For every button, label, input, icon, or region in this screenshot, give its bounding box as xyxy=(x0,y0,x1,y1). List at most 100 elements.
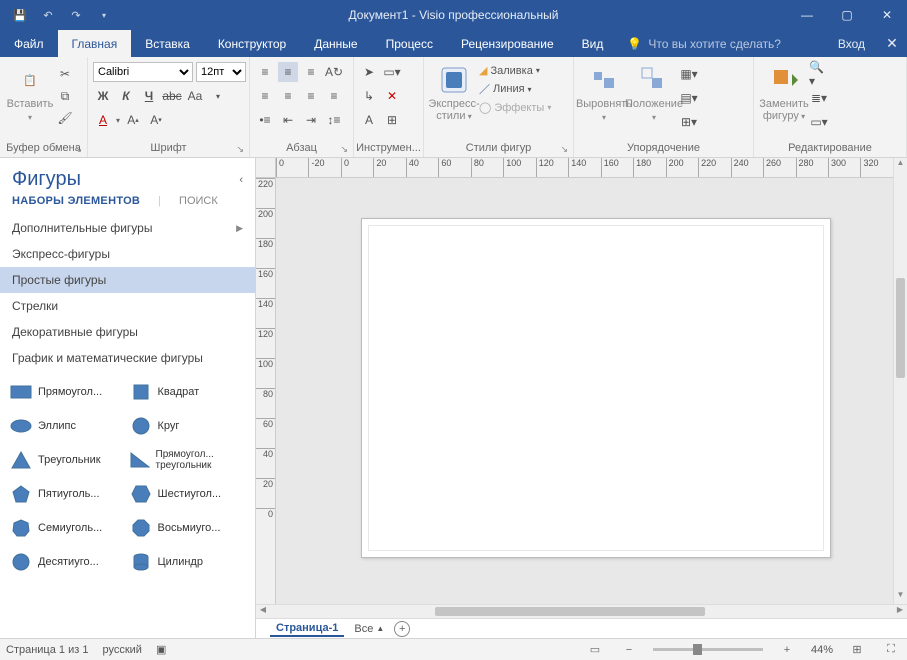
shape-decagon[interactable]: Десятиуго... xyxy=(10,547,126,577)
italic-button[interactable]: К xyxy=(116,86,136,106)
shape-circle[interactable]: Круг xyxy=(130,411,246,441)
presentation-mode-icon[interactable]: ▭ xyxy=(585,643,605,656)
format-painter-icon[interactable]: 🖌 xyxy=(55,108,75,128)
paste-button[interactable]: 📋 Вставить xyxy=(5,60,55,124)
stencil-search-tab[interactable]: ПОИСК xyxy=(179,195,218,207)
close-button[interactable]: ✕ xyxy=(867,0,907,30)
connector-tool-icon[interactable]: ↳ xyxy=(359,86,379,106)
stencil-item[interactable]: Экспресс-фигуры xyxy=(0,241,255,267)
minimize-button[interactable]: — xyxy=(787,0,827,30)
stencil-item[interactable]: Декоративные фигуры xyxy=(0,319,255,345)
strike-button[interactable]: abc xyxy=(162,86,182,106)
orientation-button[interactable]: A↻ xyxy=(324,62,344,82)
align-middle-button[interactable]: ≡ xyxy=(278,62,298,82)
change-shape-button[interactable]: Заменить фигуру xyxy=(759,60,809,123)
shape-right-triangle[interactable]: Прямоугол... треугольник xyxy=(130,445,246,475)
all-pages-button[interactable]: Все▲ xyxy=(354,623,384,635)
change-case-button[interactable]: Aa xyxy=(185,86,205,106)
send-back-icon[interactable]: ▤▾ xyxy=(679,88,699,108)
language-label[interactable]: русский xyxy=(102,644,141,656)
maximize-button[interactable]: ▢ xyxy=(827,0,867,30)
shape-octagon[interactable]: Восьмиуго... xyxy=(130,513,246,543)
launcher-icon[interactable]: ↘ xyxy=(340,144,348,155)
font-more-icon[interactable]: ▾ xyxy=(208,86,228,106)
shape-triangle[interactable]: Треугольник xyxy=(10,445,126,475)
fit-page-icon[interactable]: ⊞ xyxy=(847,643,867,656)
copy-icon[interactable]: ⧉ xyxy=(55,86,75,106)
ribbon-close-button[interactable]: ✕ xyxy=(877,30,907,57)
stencil-item-selected[interactable]: Простые фигуры xyxy=(0,267,255,293)
justify-button[interactable]: ≡ xyxy=(324,86,344,106)
group-icon[interactable]: ⊞▾ xyxy=(679,112,699,132)
drawing-page[interactable] xyxy=(361,218,831,558)
zoom-level-label[interactable]: 44% xyxy=(811,644,833,656)
layers-icon[interactable]: ≣▾ xyxy=(809,88,829,108)
rectangle-tool-icon[interactable]: ▭▾ xyxy=(382,62,402,82)
shape-pentagon[interactable]: Пятиуголь... xyxy=(10,479,126,509)
align-right-button[interactable]: ≡ xyxy=(301,86,321,106)
font-size-select[interactable]: 12пт xyxy=(196,62,246,82)
scroll-right-icon[interactable]: ▶ xyxy=(893,605,907,618)
collapse-pane-icon[interactable]: ‹ xyxy=(239,174,243,186)
decrease-indent-button[interactable]: ⇤ xyxy=(278,110,298,130)
zoom-slider[interactable] xyxy=(653,648,763,651)
quick-styles-button[interactable]: Экспресс- стили xyxy=(429,60,479,123)
tab-data[interactable]: Данные xyxy=(300,30,371,57)
tab-view[interactable]: Вид xyxy=(568,30,618,57)
bold-button[interactable]: Ж xyxy=(93,86,113,106)
vertical-scrollbar[interactable]: ▲ ▼ xyxy=(893,158,907,604)
page-tab[interactable]: Страница-1 xyxy=(270,621,344,637)
stencil-item[interactable]: Дополнительные фигуры▶ xyxy=(0,215,255,241)
redo-icon[interactable]: ↷ xyxy=(66,5,86,25)
delete-tool-icon[interactable]: ✕ xyxy=(382,86,402,106)
tab-process[interactable]: Процесс xyxy=(372,30,447,57)
shape-ellipse[interactable]: Эллипс xyxy=(10,411,126,441)
increase-indent-button[interactable]: ⇥ xyxy=(301,110,321,130)
bullets-button[interactable]: •≡ xyxy=(255,110,275,130)
bring-front-icon[interactable]: ▦▾ xyxy=(679,64,699,84)
effects-button[interactable]: ◯Эффекты▾ xyxy=(479,101,551,114)
launcher-icon[interactable]: ↘ xyxy=(236,144,244,155)
line-spacing-button[interactable]: ↕≡ xyxy=(324,110,344,130)
scroll-down-icon[interactable]: ▼ xyxy=(894,590,907,604)
add-page-button[interactable]: + xyxy=(394,621,410,637)
tab-file[interactable]: Файл xyxy=(0,30,58,57)
tab-review[interactable]: Рецензирование xyxy=(447,30,568,57)
stencil-item[interactable]: Стрелки xyxy=(0,293,255,319)
align-top-button[interactable]: ≡ xyxy=(255,62,275,82)
horizontal-scrollbar[interactable]: ◀ ▶ xyxy=(256,604,907,618)
align-button[interactable]: Выровнять xyxy=(579,60,629,124)
stencil-item[interactable]: График и математические фигуры xyxy=(0,345,255,371)
font-color-button[interactable]: A xyxy=(93,110,113,130)
shape-heptagon[interactable]: Семиуголь... xyxy=(10,513,126,543)
line-button[interactable]: ／Линия▾ xyxy=(479,81,551,97)
underline-button[interactable]: Ч xyxy=(139,86,159,106)
shrink-font-button[interactable]: A▾ xyxy=(146,110,166,130)
align-bottom-button[interactable]: ≡ xyxy=(301,62,321,82)
zoom-out-button[interactable]: − xyxy=(619,644,639,656)
shape-cylinder[interactable]: Цилиндр xyxy=(130,547,246,577)
qat-customize-icon[interactable]: ▾ xyxy=(94,5,114,25)
scroll-left-icon[interactable]: ◀ xyxy=(256,605,270,618)
find-icon[interactable]: 🔍▾ xyxy=(809,64,829,84)
shape-rectangle[interactable]: Прямоугол... xyxy=(10,377,126,407)
position-button[interactable]: Положение xyxy=(629,60,679,124)
shape-hexagon[interactable]: Шестиугол... xyxy=(130,479,246,509)
pointer-tool-icon[interactable]: ➤ xyxy=(359,62,379,82)
stencil-sets-tab[interactable]: НАБОРЫ ЭЛЕМЕНТОВ xyxy=(12,195,140,207)
align-left-button[interactable]: ≡ xyxy=(255,86,275,106)
tab-home[interactable]: Главная xyxy=(58,30,132,57)
drawing-canvas[interactable]: 0-20020406080100120140160180200220240260… xyxy=(256,158,907,638)
macro-record-icon[interactable]: ▣ xyxy=(156,643,166,656)
page-number-label[interactable]: Страница 1 из 1 xyxy=(6,644,88,656)
tab-insert[interactable]: Вставка xyxy=(131,30,204,57)
shape-square[interactable]: Квадрат xyxy=(130,377,246,407)
tab-design[interactable]: Конструктор xyxy=(204,30,300,57)
sign-in-button[interactable]: Вход xyxy=(826,30,877,57)
font-color-drop-icon[interactable]: ▾ xyxy=(116,116,120,125)
undo-icon[interactable]: ↶ xyxy=(38,5,58,25)
launcher-icon[interactable]: ↘ xyxy=(560,144,568,155)
launcher-icon[interactable]: ↘ xyxy=(74,144,82,155)
connection-point-tool-icon[interactable]: ⊞ xyxy=(382,110,402,130)
scroll-up-icon[interactable]: ▲ xyxy=(894,158,907,172)
